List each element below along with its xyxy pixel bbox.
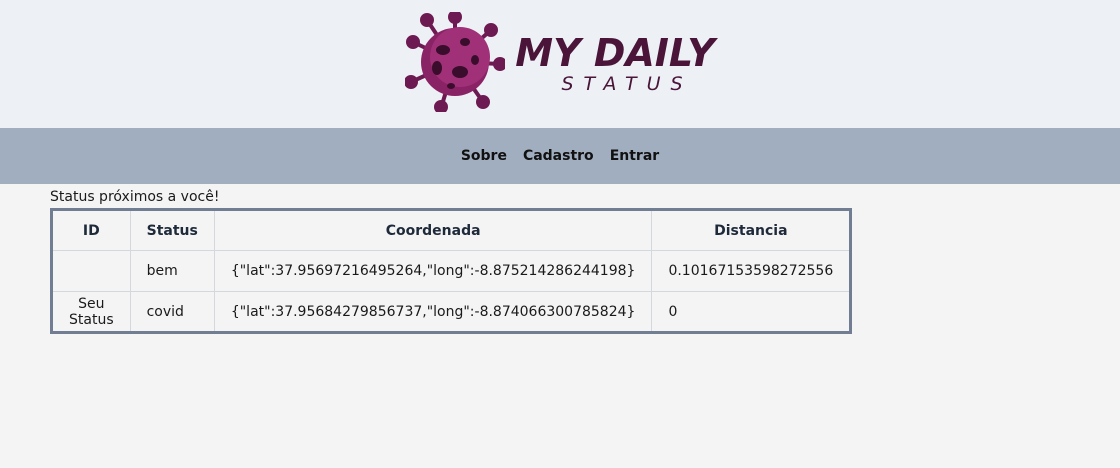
main-content: Status próximos a você! ID Status Coorde… xyxy=(0,184,1120,334)
main-nav: Sobre Cadastro Entrar xyxy=(0,128,1120,184)
cell-distancia: 0.10167153598272556 xyxy=(651,250,852,292)
nav-link-sobre[interactable]: Sobre xyxy=(461,148,507,164)
header: MY DAILY STATUS xyxy=(0,0,1120,128)
logo[interactable]: MY DAILY STATUS xyxy=(404,10,715,116)
cell-status: covid xyxy=(129,291,215,333)
column-header-coordenada: Coordenada xyxy=(213,209,653,251)
page-heading: Status próximos a você! xyxy=(50,189,220,205)
logo-subtitle: STATUS xyxy=(561,73,693,95)
cell-status: bem xyxy=(129,250,215,292)
nav-link-cadastro[interactable]: Cadastro xyxy=(523,148,594,164)
cell-coordenada: {"lat":37.95697216495264,"long":-8.87521… xyxy=(213,250,653,292)
cell-id xyxy=(51,250,131,292)
virus-icon xyxy=(404,10,508,116)
cell-distancia: 0 xyxy=(651,291,852,333)
table-header-row: ID Status Coordenada Distancia xyxy=(51,209,852,251)
column-header-status: Status xyxy=(129,209,215,251)
cell-id: Seu Status xyxy=(51,291,131,333)
logo-text: MY DAILY STATUS xyxy=(515,33,714,95)
table-row: bem {"lat":37.95697216495264,"long":-8.8… xyxy=(51,250,852,292)
cell-coordenada: {"lat":37.95684279856737,"long":-8.87406… xyxy=(213,291,653,333)
column-header-distancia: Distancia xyxy=(651,209,852,251)
status-table: ID Status Coordenada Distancia bem {"lat… xyxy=(50,208,853,334)
column-header-id: ID xyxy=(51,209,131,251)
nav-link-entrar[interactable]: Entrar xyxy=(610,148,659,164)
logo-title: MY DAILY xyxy=(515,31,715,75)
table-row: Seu Status covid {"lat":37.9568427985673… xyxy=(51,291,852,333)
